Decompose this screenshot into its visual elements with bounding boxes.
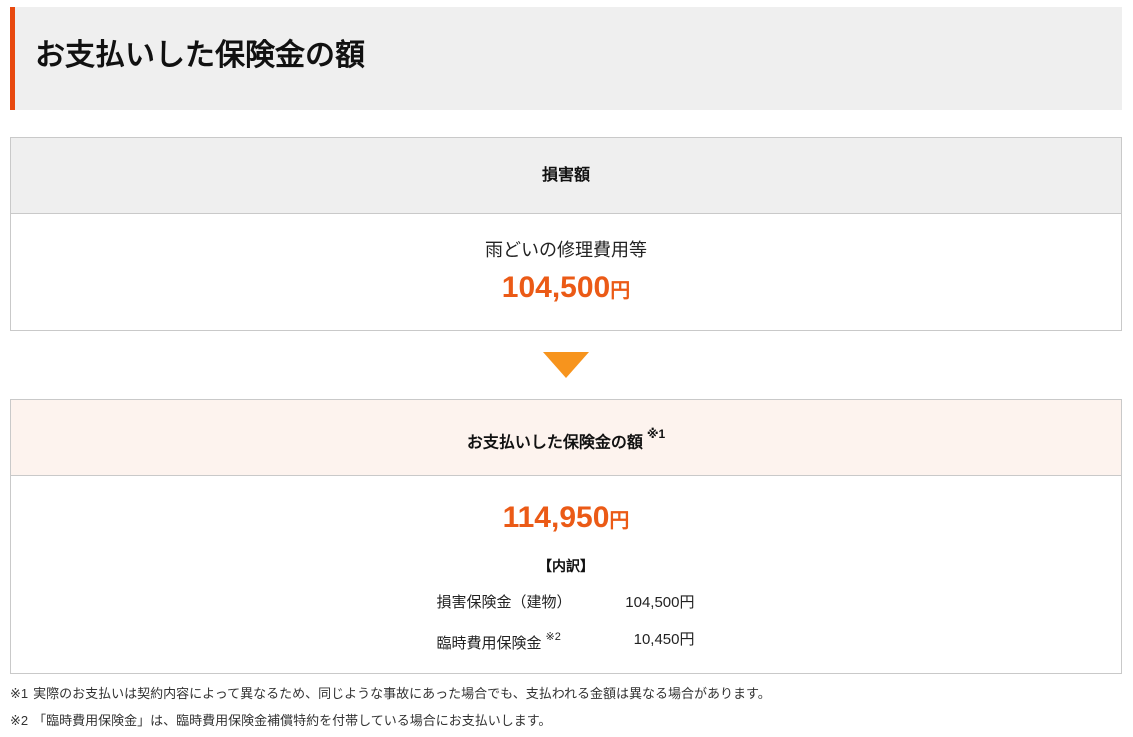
payment-amount-value: 114,950 bbox=[502, 501, 610, 534]
page-header: お支払いした保険金の額 bbox=[10, 7, 1122, 110]
breakdown-row-label: 損害保険金（建物） bbox=[436, 594, 572, 611]
payment-heading-note: ※1 bbox=[646, 427, 666, 441]
breakdown-row-value: 104,500円 bbox=[625, 594, 695, 611]
payment-heading-text: お支払いした保険金の額 bbox=[466, 434, 643, 452]
payment-heading: お支払いした保険金の額※1 bbox=[11, 400, 1121, 476]
breakdown-label: 【内訳】 bbox=[538, 558, 594, 574]
footnote-1: ※1 実際のお支払いは契約内容によって異なるため、同じような事故にあった場合でも、… bbox=[10, 680, 771, 707]
damage-body: 雨どいの修理費用等 104,500円 bbox=[11, 214, 1121, 309]
page-title: お支払いした保険金の額 bbox=[35, 39, 365, 72]
footnote-mark: ※2 bbox=[10, 713, 29, 728]
breakdown-row-value: 10,450円 bbox=[633, 631, 695, 648]
footnote-mark: ※1 bbox=[10, 686, 29, 701]
breakdown-row-label: 臨時費用保険金 bbox=[436, 635, 542, 652]
damage-item-label: 雨どいの修理費用等 bbox=[485, 240, 647, 260]
damage-box: 損害額 雨どいの修理費用等 104,500円 bbox=[10, 137, 1122, 331]
payment-amount: 114,950円 bbox=[11, 500, 1121, 539]
footnote-text: 「臨時費用保険金」は、臨時費用保険金補償特約を付帯している場合にお支払いします。 bbox=[33, 713, 552, 728]
payment-amount-unit: 円 bbox=[609, 510, 630, 532]
breakdown-row-temporary: 臨時費用保険金 ※2 10,450円 bbox=[437, 621, 696, 658]
breakdown-row-label-wrap: 臨時費用保険金 ※2 bbox=[437, 621, 561, 658]
payment-box: お支払いした保険金の額※1 114,950円 【内訳】 損害保険金（建物） 10… bbox=[10, 399, 1122, 674]
damage-amount-unit: 円 bbox=[610, 280, 631, 302]
footnotes: ※1 実際のお支払いは契約内容によって異なるため、同じような事故にあった場合でも、… bbox=[10, 680, 771, 734]
damage-heading: 損害額 bbox=[11, 138, 1121, 214]
breakdown-list: 損害保険金（建物） 104,500円 臨時費用保険金 ※2 10,450円 bbox=[437, 584, 696, 658]
payment-body: 114,950円 【内訳】 損害保険金（建物） 104,500円 臨時費用保険金… bbox=[11, 476, 1121, 658]
breakdown-row-building: 損害保険金（建物） 104,500円 bbox=[437, 584, 696, 621]
footnote-text: 実際のお支払いは契約内容によって異なるため、同じような事故にあった場合でも、支払… bbox=[33, 686, 771, 701]
footnote-2: ※2 「臨時費用保険金」は、臨時費用保険金補償特約を付帯している場合にお支払いしま… bbox=[10, 707, 771, 734]
breakdown-row-note: ※2 bbox=[545, 631, 561, 643]
down-arrow-icon bbox=[543, 352, 589, 378]
damage-amount-value: 104,500 bbox=[501, 271, 611, 304]
damage-amount: 104,500円 bbox=[11, 270, 1121, 309]
